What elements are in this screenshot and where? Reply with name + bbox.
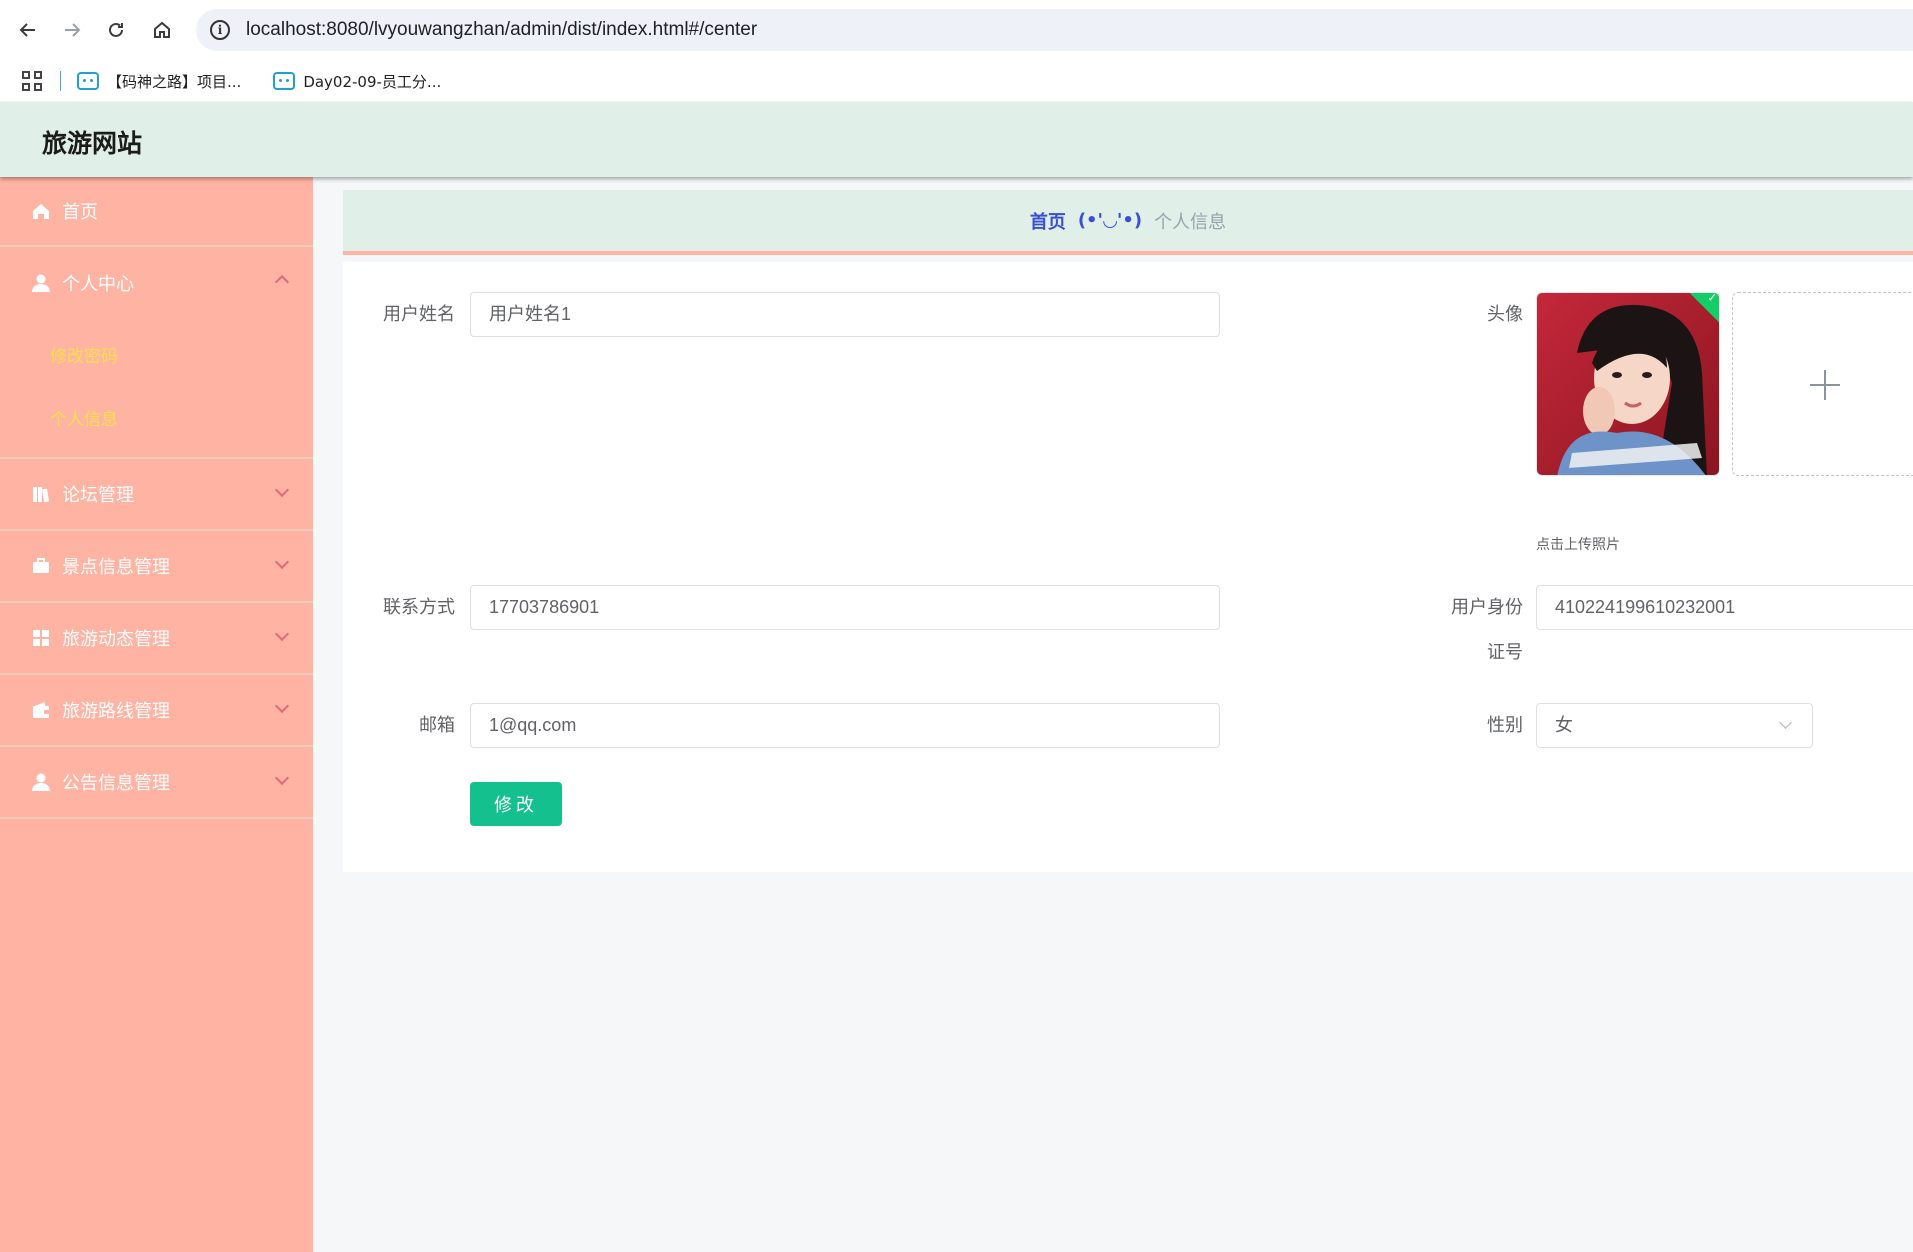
sidebar-item-personal-center[interactable]: 个人中心 xyxy=(0,247,313,319)
email-input[interactable]: 1@qq.com xyxy=(470,703,1220,748)
sidebar-item-travel-routes[interactable]: 旅游路线管理 xyxy=(0,675,313,747)
chevron-down-icon xyxy=(274,770,290,786)
sidebar-subitem-change-password[interactable]: 修改密码 xyxy=(0,323,313,386)
bookmark-item[interactable]: Day02-09-员工分... xyxy=(273,71,441,92)
sidebar-item-forum[interactable]: 论坛管理 xyxy=(0,459,313,531)
sidebar-subitem-personal-info[interactable]: 个人信息 xyxy=(0,386,313,449)
chevron-up-icon xyxy=(274,274,290,290)
bookmark-label: Day02-09-员工分... xyxy=(303,72,442,91)
chevron-down-icon xyxy=(274,482,290,498)
upload-tip: 点击上传照片 xyxy=(1536,537,1620,553)
idcard-label-line1: 用户身份 xyxy=(1451,597,1523,618)
gender-value: 女 xyxy=(1555,715,1573,736)
phone-input[interactable]: 17703786901 xyxy=(470,585,1220,630)
sidebar-item-label: 论坛管理 xyxy=(62,485,134,506)
address-bar[interactable]: i localhost:8080/lvyouwangzhan/admin/dis… xyxy=(196,9,1913,51)
breadcrumb-home[interactable]: 首页 xyxy=(1030,208,1066,234)
gender-select[interactable]: 女 xyxy=(1536,703,1813,748)
briefcase-icon xyxy=(30,555,52,577)
idcard-input[interactable]: 410224199610232001 xyxy=(1536,585,1913,630)
chevron-down-icon xyxy=(274,626,290,642)
plus-icon xyxy=(1824,370,1826,400)
sidebar-item-scenic-info[interactable]: 景点信息管理 xyxy=(0,531,313,603)
user-icon xyxy=(30,272,52,294)
app-header: 旅游网站 xyxy=(0,102,1913,177)
username-input[interactable]: 用户姓名1 xyxy=(470,292,1220,337)
back-icon[interactable] xyxy=(14,14,42,46)
site-info-icon[interactable]: i xyxy=(210,20,230,40)
grid-icon xyxy=(30,627,52,649)
sidebar-item-announcements[interactable]: 公告信息管理 xyxy=(0,747,313,819)
sidebar-item-label: 个人中心 xyxy=(62,274,134,295)
sidebar-item-travel-news[interactable]: 旅游动态管理 xyxy=(0,603,313,675)
bookmarks-bar: 【码神之路】项目... Day02-09-员工分... xyxy=(0,60,1913,102)
email-label: 邮箱 xyxy=(419,715,455,736)
sidebar-item-label: 景点信息管理 xyxy=(62,557,170,578)
sidebar: 首页 个人中心 修改密码 个人信息 论坛管理 景点信息管理 旅游动态管理 旅游路… xyxy=(0,177,313,1252)
modify-button[interactable]: 修改 xyxy=(470,782,562,826)
sidebar-item-label: 首页 xyxy=(62,202,98,223)
user-icon xyxy=(30,771,52,793)
wallet-icon xyxy=(30,699,52,721)
home-icon xyxy=(30,200,52,222)
bilibili-icon xyxy=(77,72,99,90)
url-text: localhost:8080/lvyouwangzhan/admin/dist/… xyxy=(246,19,758,40)
breadcrumb-separator: (•'◡'•) xyxy=(1077,210,1143,231)
main-content: 首页 (•'◡'•) 个人信息 用户姓名 用户姓名1 头像 ✓ 点击上传照片 联… xyxy=(343,190,1913,872)
avatar-photo xyxy=(1537,293,1719,475)
breadcrumb-current: 个人信息 xyxy=(1154,211,1227,233)
sidebar-item-label: 旅游动态管理 xyxy=(62,629,170,650)
home-icon[interactable] xyxy=(148,14,176,46)
book-icon xyxy=(30,483,52,505)
avatar-label: 头像 xyxy=(1487,304,1523,325)
personal-center-submenu: 修改密码 个人信息 xyxy=(0,319,313,459)
apps-grid-icon[interactable] xyxy=(22,71,42,91)
sidebar-item-label: 旅游路线管理 xyxy=(62,701,170,722)
browser-toolbar: i localhost:8080/lvyouwangzhan/admin/dis… xyxy=(0,0,1913,60)
chevron-down-icon xyxy=(274,554,290,570)
chevron-down-icon xyxy=(274,698,290,714)
bookmark-item[interactable]: 【码神之路】项目... xyxy=(77,71,241,92)
bookmark-label: 【码神之路】项目... xyxy=(107,72,242,91)
app-title: 旅游网站 xyxy=(42,129,143,158)
phone-label: 联系方式 xyxy=(383,597,455,618)
avatar-upload-button[interactable] xyxy=(1732,292,1913,476)
bilibili-icon xyxy=(273,72,296,90)
avatar[interactable]: ✓ xyxy=(1536,292,1720,476)
check-icon: ✓ xyxy=(1707,292,1718,305)
username-label: 用户姓名 xyxy=(383,304,455,325)
breadcrumb: 首页 (•'◡'•) 个人信息 xyxy=(343,190,1913,255)
forward-icon[interactable] xyxy=(58,14,86,46)
profile-form: 用户姓名 用户姓名1 头像 ✓ 点击上传照片 联系方式 17703786901 … xyxy=(343,262,1913,872)
chevron-down-icon xyxy=(1779,716,1792,729)
gender-label: 性别 xyxy=(1487,715,1523,736)
reload-icon[interactable] xyxy=(102,14,130,46)
sidebar-item-home[interactable]: 首页 xyxy=(0,177,313,247)
idcard-label-line2: 证号 xyxy=(1487,642,1523,663)
bookmark-divider xyxy=(60,71,61,91)
sidebar-item-label: 公告信息管理 xyxy=(62,773,170,794)
